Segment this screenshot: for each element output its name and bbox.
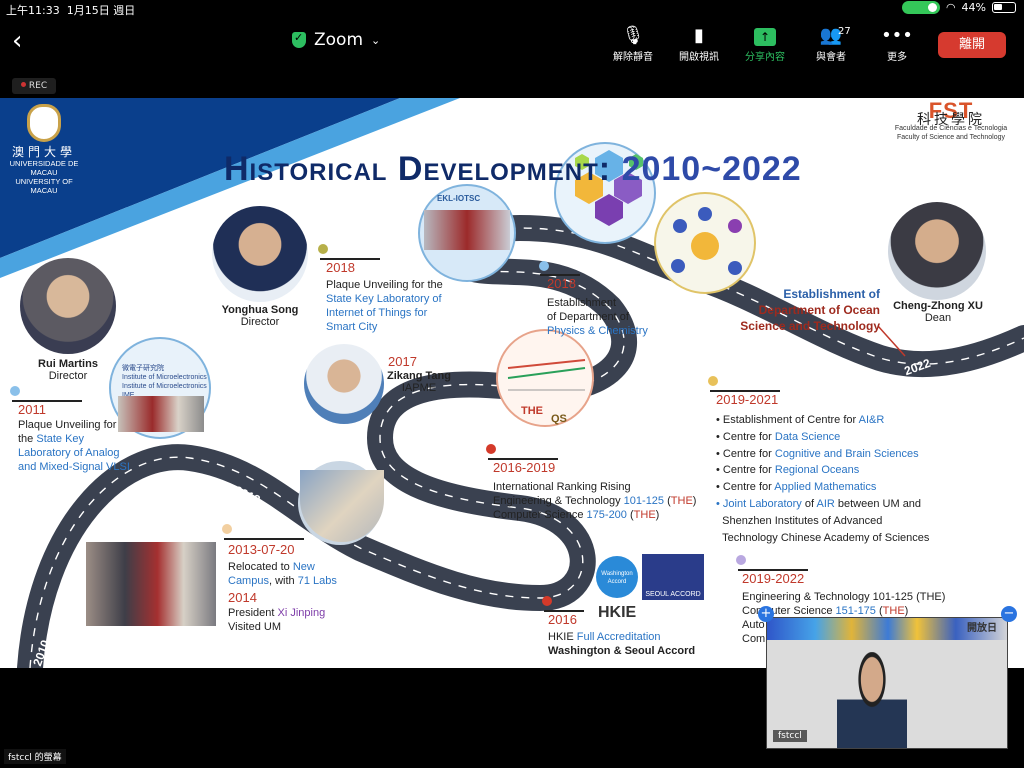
self-view-name: fstccl <box>773 730 807 742</box>
year-2018-iot: 2018 <box>326 260 355 275</box>
hkie-logo: HKIE <box>598 604 637 621</box>
back-chevron-icon[interactable]: ‹ <box>12 26 22 56</box>
open-day-text: 開放日 <box>967 623 997 634</box>
ime-sign: 微電子研究院 Institute of Microelectronics Insti… <box>122 365 207 399</box>
recording-badge: REC <box>12 78 56 94</box>
dot-2019-2022 <box>736 555 746 565</box>
year-2019-2022: 2019-2022 <box>742 571 805 586</box>
year-2017: 2017 <box>388 354 417 369</box>
year-2016: 2016 <box>548 612 577 627</box>
event-2011: Plaque Unveiling for the State Key Labor… <box>18 419 130 473</box>
participant-count: 27 <box>838 26 851 37</box>
qs-badge: QS <box>551 413 567 425</box>
year-2014: 2014 <box>228 590 257 605</box>
ekl-sign: EKL-IOTSC <box>437 194 481 203</box>
rui-martins-caption: Rui Martins Director <box>38 358 98 382</box>
ekl-photo <box>424 210 510 250</box>
year-2019-2021: 2019-2021 <box>716 392 779 407</box>
fst-logo: FST 科技學院 Faculdade de Ciências e Tecnolo… <box>894 98 1008 142</box>
start-video-button[interactable]: ▮ 開啟視訊 <box>666 24 732 63</box>
status-right: ◠ 44% <box>901 1 1016 14</box>
share-content-button[interactable]: ↑ 分享內容 <box>732 24 798 63</box>
underline-2011 <box>12 400 82 402</box>
chevron-down-icon: ⌄ <box>371 33 381 47</box>
status-bar: 上午11:33 1月15日 週日 ◠ 44% <box>0 0 1024 18</box>
dot-2019-2021 <box>708 376 718 386</box>
participant-video <box>837 652 907 748</box>
seoul-accord-logo: SEOUL ACCORD <box>642 554 704 600</box>
year-2016-2019: 2016-2019 <box>493 460 556 475</box>
collapse-minus-icon[interactable]: − <box>1001 606 1017 622</box>
share-arrow-icon: ↑ <box>732 24 798 48</box>
slide-title: Historical Development: 2010~2022 <box>224 150 802 188</box>
washington-accord-logo: Washington Accord <box>596 556 638 598</box>
mic-muted-icon: 🎙 <box>621 25 645 46</box>
event-2016-2019: International Ranking Rising Engineering… <box>493 481 697 521</box>
dot-2016 <box>542 596 552 606</box>
year-2013: 2013-07-20 <box>228 542 295 557</box>
more-dots-icon: ••• <box>881 25 913 46</box>
underline-2013 <box>224 538 304 540</box>
event-2013: Relocated to New Campus, with 71 Labs <box>228 561 337 587</box>
toolbar-actions: 🎙 解除靜音 ▮ 開啟視訊 ↑ 分享內容 👥 27 與會者 ••• 更多 <box>600 24 930 63</box>
battery-percent: 44% <box>961 1 986 14</box>
yonghua-song-photo <box>212 206 308 302</box>
zikang-tang-photo <box>304 344 384 424</box>
wifi-icon: ◠ <box>945 1 956 14</box>
dot-2016-2019 <box>486 444 496 454</box>
year-2018-physics: 2018 <box>547 276 576 291</box>
participants-button[interactable]: 👥 27 與會者 <box>798 24 864 63</box>
um-logo: 澳門大學 UNIVERSIDADE DE MACAU UNIVERSITY OF… <box>4 104 84 195</box>
call-indicator-icon <box>901 1 940 14</box>
shared-slide: 澳門大學 UNIVERSIDADE DE MACAU UNIVERSITY OF… <box>0 98 1024 668</box>
leave-button[interactable]: 離開 <box>938 32 1006 58</box>
event-2016: HKIE Full Accreditation Washington & Seo… <box>548 631 696 657</box>
dot-2018-physics <box>539 261 549 271</box>
cheng-zhong-xu-caption: Cheng-Zhong XU Dean <box>893 300 983 324</box>
meeting-toolbar: ‹ Zoom ⌄ 🎙 解除靜音 ▮ 開啟視訊 ↑ 分享內容 👥27 與會者 <box>0 18 1024 70</box>
status-time: 上午11:33 1月15日 週日 <box>6 4 136 17</box>
dot-2013 <box>222 524 232 534</box>
unmute-button[interactable]: 🎙 解除靜音 <box>600 24 666 63</box>
the-badge: THE <box>521 405 543 417</box>
event-2019-2021: • Establishment of Centre for AI&R • Cen… <box>716 414 930 544</box>
cheng-zhong-xu-photo <box>888 202 986 300</box>
event-ocean: Establishment of Department of Ocean Sci… <box>740 287 880 333</box>
video-off-icon: ▮ <box>694 25 704 46</box>
dot-2011 <box>10 386 20 396</box>
sharer-label: fstccl 的螢幕 <box>4 749 66 764</box>
participants-icon: 👥 27 <box>798 24 864 48</box>
battery-icon <box>992 2 1016 13</box>
rui-martins-photo <box>20 258 116 354</box>
event-2018-physics: Establishment of Department of Physics &… <box>547 297 648 337</box>
year-2011: 2011 <box>18 402 46 417</box>
yonghua-song-caption: Yonghua Song Director <box>221 304 299 328</box>
dot-2018-iot <box>318 244 328 254</box>
expand-plus-icon[interactable]: + <box>758 606 774 622</box>
zikang-tang-caption: Zikang Tang IAPME <box>387 370 451 394</box>
president-visit-photo <box>86 542 216 626</box>
event-2018-iot: Plaque Unveiling for the State Key Labor… <box>326 279 443 333</box>
shield-check-icon <box>292 31 306 48</box>
event-2014: President Xi Jinping Visited UM <box>228 607 326 633</box>
more-button[interactable]: ••• 更多 <box>864 24 930 63</box>
um-crest-icon <box>27 104 61 142</box>
zoom-window: 上午11:33 1月15日 週日 ◠ 44% ‹ Zoom ⌄ 🎙 解除靜音 ▮… <box>0 0 1024 768</box>
meeting-title[interactable]: Zoom ⌄ <box>292 30 380 50</box>
ime-photo <box>118 396 204 432</box>
rec-dot-icon <box>20 82 26 87</box>
self-video-tile[interactable]: 開放日 fstccl <box>766 617 1008 749</box>
